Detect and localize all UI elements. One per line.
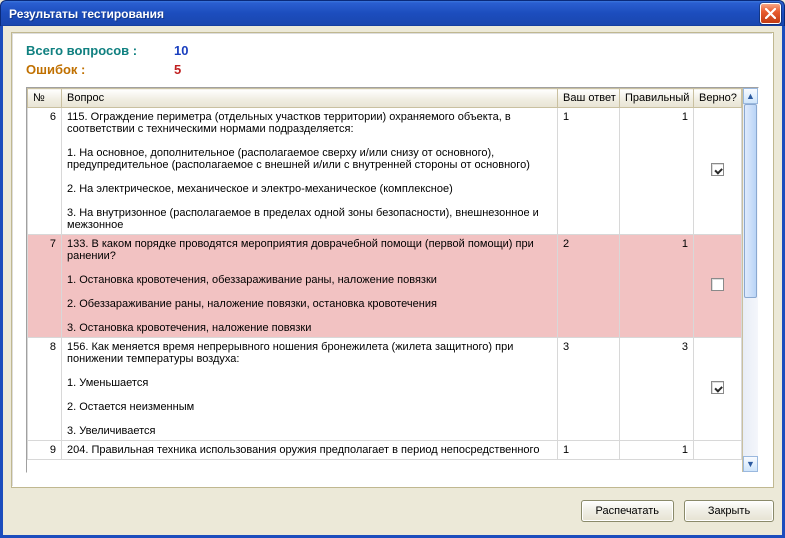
checkbox-icon xyxy=(711,163,724,176)
col-num[interactable]: № xyxy=(28,89,62,108)
total-questions-line: Всего вопросов : 10 xyxy=(26,43,759,58)
cell-correct-answer: 3 xyxy=(620,338,694,441)
window-body: Всего вопросов : 10 Ошибок : 5 № Вопрос … xyxy=(0,26,785,538)
col-your[interactable]: Ваш ответ xyxy=(558,89,620,108)
scroll-up-icon[interactable]: ▲ xyxy=(743,88,758,104)
cell-question: 133. В каком порядке проводятся мероприя… xyxy=(62,235,558,338)
window-title: Результаты тестирования xyxy=(9,7,760,21)
scroll-down-icon[interactable]: ▼ xyxy=(743,456,758,472)
cell-correct-answer: 1 xyxy=(620,108,694,235)
cell-your-answer: 1 xyxy=(558,441,620,460)
cell-correct-answer: 1 xyxy=(620,235,694,338)
errors-value: 5 xyxy=(174,62,181,77)
print-button[interactable]: Распечатать xyxy=(581,500,674,522)
cell-question: 115. Ограждение периметра (отдельных уча… xyxy=(62,108,558,235)
cell-question: 156. Как меняется время непрерывного нош… xyxy=(62,338,558,441)
table-header-row: № Вопрос Ваш ответ Правильный Верно? xyxy=(28,89,742,108)
cell-num: 8 xyxy=(28,338,62,441)
cell-ok xyxy=(694,338,742,441)
table-row[interactable]: 6115. Ограждение периметра (отдельных уч… xyxy=(28,108,742,235)
checkbox-icon xyxy=(711,381,724,394)
col-correct[interactable]: Правильный xyxy=(620,89,694,108)
scrollbar-track[interactable] xyxy=(743,104,758,456)
checkbox-icon xyxy=(711,278,724,291)
cell-your-answer: 1 xyxy=(558,108,620,235)
summary-panel: Всего вопросов : 10 Ошибок : 5 № Вопрос … xyxy=(11,32,774,488)
scrollbar-thumb[interactable] xyxy=(744,104,757,298)
errors-label: Ошибок : xyxy=(26,62,174,77)
cell-ok xyxy=(694,235,742,338)
vertical-scrollbar[interactable]: ▲ ▼ xyxy=(742,88,758,472)
results-table: № Вопрос Ваш ответ Правильный Верно? 611… xyxy=(26,87,759,473)
close-button[interactable]: Закрыть xyxy=(684,500,774,522)
cell-your-answer: 3 xyxy=(558,338,620,441)
cell-num: 6 xyxy=(28,108,62,235)
cell-num: 7 xyxy=(28,235,62,338)
total-questions-value: 10 xyxy=(174,43,188,58)
cell-ok xyxy=(694,108,742,235)
table-row[interactable]: 7133. В каком порядке проводятся меропри… xyxy=(28,235,742,338)
total-questions-label: Всего вопросов : xyxy=(26,43,174,58)
cell-num: 9 xyxy=(28,441,62,460)
cell-your-answer: 2 xyxy=(558,235,620,338)
cell-correct-answer: 1 xyxy=(620,441,694,460)
button-row: Распечатать Закрыть xyxy=(11,500,774,522)
table-row[interactable]: 8156. Как меняется время непрерывного но… xyxy=(28,338,742,441)
close-icon[interactable] xyxy=(760,3,781,24)
col-question[interactable]: Вопрос xyxy=(62,89,558,108)
cell-question: 204. Правильная техника использования ор… xyxy=(62,441,558,460)
col-ok[interactable]: Верно? xyxy=(694,89,742,108)
table-row[interactable]: 9204. Правильная техника использования о… xyxy=(28,441,742,460)
titlebar: Результаты тестирования xyxy=(0,0,785,26)
errors-line: Ошибок : 5 xyxy=(26,62,759,77)
cell-ok xyxy=(694,441,742,460)
